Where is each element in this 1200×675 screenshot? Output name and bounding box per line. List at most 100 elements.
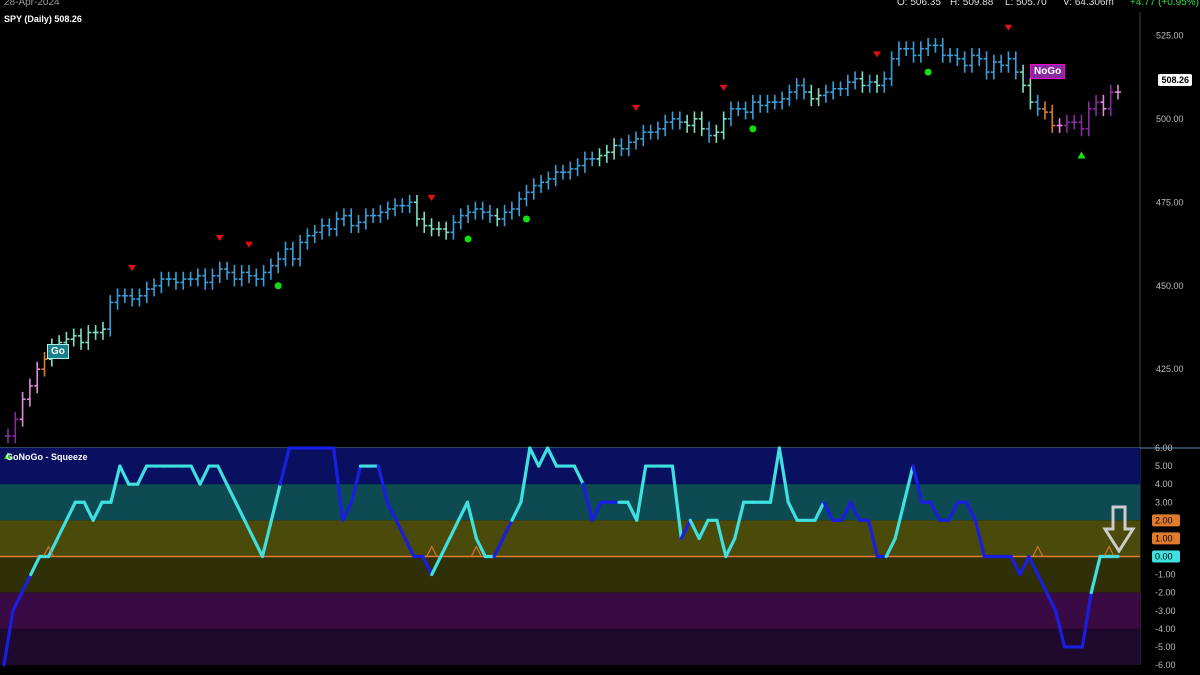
price-bar bbox=[370, 208, 377, 223]
osc-tick-label: -4.00 bbox=[1155, 624, 1176, 634]
buy-dot-icon bbox=[522, 215, 530, 223]
price-tick-label: 475.00 bbox=[1156, 197, 1184, 207]
price-bar bbox=[377, 204, 384, 223]
price-bar bbox=[1100, 94, 1107, 117]
price-bar bbox=[932, 38, 939, 53]
price-bar bbox=[143, 281, 150, 304]
price-bar bbox=[662, 114, 669, 137]
price-bar bbox=[669, 111, 676, 130]
price-bar bbox=[501, 204, 508, 227]
price-bar bbox=[779, 91, 786, 110]
price-bar bbox=[479, 201, 486, 220]
price-bar bbox=[538, 174, 545, 193]
chart-canvas[interactable]: 525.00 500.00 475.00 450.00 425.00 6.00 5.00 4.… bbox=[0, 0, 1200, 675]
price-bar bbox=[355, 214, 362, 234]
buy-dot-icon bbox=[274, 282, 282, 290]
price-bar bbox=[275, 251, 282, 274]
price-bar bbox=[245, 265, 252, 284]
price-bar bbox=[158, 271, 165, 294]
osc-tick-label: -1.00 bbox=[1155, 570, 1176, 580]
price-bar bbox=[289, 241, 296, 267]
price-bar bbox=[618, 138, 625, 157]
price-bar bbox=[706, 121, 713, 143]
osc-tick-label: -3.00 bbox=[1155, 606, 1176, 616]
price-bar bbox=[954, 48, 961, 67]
price-bar bbox=[990, 54, 997, 80]
price-bar bbox=[676, 111, 683, 130]
price-bar bbox=[516, 191, 523, 217]
price-bar bbox=[684, 114, 691, 133]
osc-band-2 bbox=[0, 520, 1140, 557]
price-bar bbox=[596, 148, 603, 167]
price-bar bbox=[428, 218, 435, 237]
price-bar bbox=[282, 241, 289, 267]
price-bar bbox=[231, 265, 238, 287]
price-bar bbox=[114, 288, 121, 310]
price-bar bbox=[545, 171, 552, 190]
price-bar bbox=[1034, 94, 1041, 117]
osc-band-4 bbox=[0, 592, 1140, 629]
price-bar bbox=[888, 51, 895, 87]
osc-tick-label: -6.00 bbox=[1155, 660, 1176, 670]
sell-marker-icon bbox=[427, 194, 436, 201]
price-bar bbox=[1012, 51, 1019, 80]
price-bar bbox=[735, 101, 742, 117]
price-bar bbox=[12, 411, 19, 444]
price-bar bbox=[70, 328, 77, 347]
osc-band-1 bbox=[0, 484, 1140, 521]
price-bar bbox=[1071, 114, 1078, 130]
price-bar bbox=[1093, 94, 1100, 117]
price-bar bbox=[172, 271, 179, 290]
price-bar bbox=[19, 391, 26, 427]
price-bar bbox=[399, 198, 406, 213]
price-bar bbox=[530, 178, 537, 200]
price-bar bbox=[326, 218, 333, 237]
price-bar bbox=[1041, 101, 1048, 120]
price-bar bbox=[260, 265, 267, 287]
price-bar bbox=[793, 78, 800, 100]
price-tick-label: 500.00 bbox=[1156, 114, 1184, 124]
price-bar bbox=[5, 428, 11, 444]
price-bar bbox=[34, 361, 41, 394]
price-bar bbox=[727, 101, 734, 127]
osc-tick-label: 4.00 bbox=[1155, 479, 1173, 489]
price-bar bbox=[267, 258, 274, 280]
price-bar bbox=[297, 235, 304, 267]
price-bar bbox=[742, 101, 749, 120]
price-tick-label: 425.00 bbox=[1156, 364, 1184, 374]
sell-marker-icon bbox=[244, 241, 253, 248]
price-bar bbox=[523, 184, 530, 207]
price-bar bbox=[589, 151, 596, 167]
sell-marker-icon bbox=[1004, 24, 1013, 31]
price-bar bbox=[968, 48, 975, 73]
down-arrow-icon bbox=[1102, 505, 1136, 554]
price-bar bbox=[340, 208, 347, 227]
price-bar bbox=[574, 158, 581, 177]
price-bar bbox=[348, 208, 355, 234]
price-bar bbox=[581, 151, 588, 173]
price-bar bbox=[319, 218, 326, 240]
price-bar bbox=[165, 271, 172, 287]
price-bar bbox=[757, 94, 764, 113]
osc-tick-label: 2.00 bbox=[1155, 515, 1173, 525]
nogo-label: NoGo bbox=[1030, 64, 1066, 79]
price-bar bbox=[85, 325, 92, 350]
price-bar bbox=[961, 51, 968, 73]
price-bar bbox=[983, 51, 990, 80]
price-bar bbox=[1005, 51, 1012, 73]
price-bar bbox=[1085, 101, 1092, 137]
price-bar bbox=[136, 288, 143, 307]
oscillator-pane[interactable] bbox=[0, 448, 1140, 665]
price-bar bbox=[910, 41, 917, 63]
osc-tick-label: -2.00 bbox=[1155, 588, 1176, 598]
price-bar bbox=[253, 268, 260, 287]
price-bar bbox=[1063, 114, 1070, 133]
price-bar bbox=[640, 124, 647, 147]
price-bar bbox=[187, 271, 194, 287]
price-bar bbox=[1078, 114, 1085, 137]
sell-marker-icon bbox=[632, 104, 641, 111]
price-bar bbox=[78, 328, 85, 350]
price-pane-title: SPY (Daily) 508.26 bbox=[4, 14, 82, 24]
price-bar bbox=[508, 201, 515, 220]
buy-dot-icon bbox=[749, 125, 757, 133]
